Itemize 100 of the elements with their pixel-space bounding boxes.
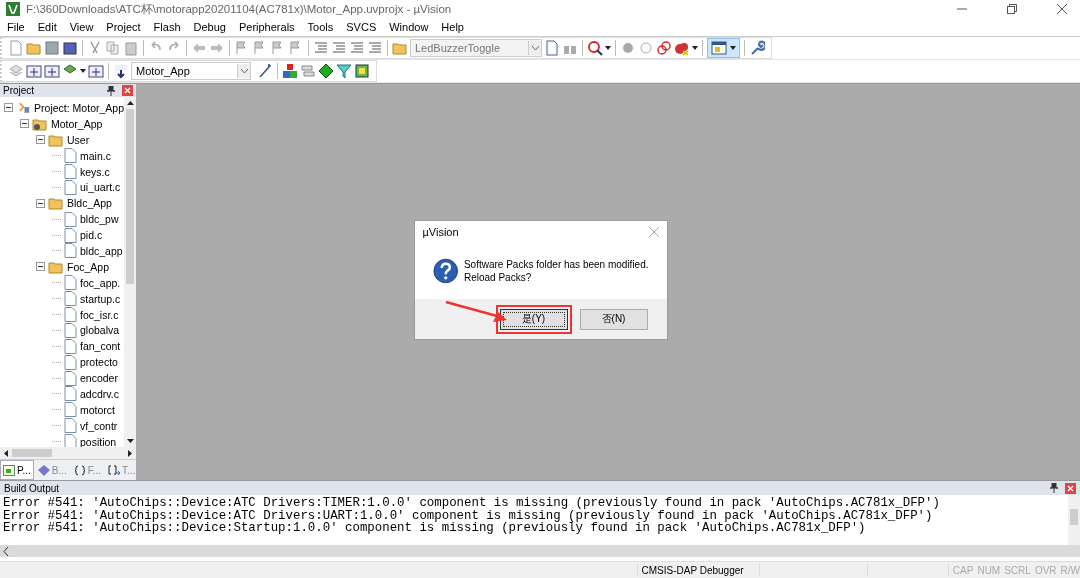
panel-title: Build Output bbox=[4, 482, 60, 494]
tree-item[interactable]: startup.c bbox=[80, 292, 121, 305]
caret-icon bbox=[730, 46, 736, 50]
scroll-right-icon[interactable] bbox=[128, 449, 132, 457]
menu-item[interactable]: Project bbox=[106, 21, 141, 33]
file-icon bbox=[64, 164, 77, 179]
download-icon[interactable] bbox=[113, 63, 129, 79]
status-indicator: SCRL bbox=[1004, 564, 1031, 576]
vertical-scrollbar[interactable] bbox=[1068, 495, 1080, 545]
tree-item[interactable]: bldc_app bbox=[80, 244, 123, 257]
output-line: Error #541: 'AutoChips::Device:Startup:1.0.0' component is missing (previously found in pack 'AutoChips.AC781x_DFP') bbox=[3, 522, 866, 535]
menu-item[interactable]: Window bbox=[389, 21, 429, 33]
target-dropdown[interactable]: Motor_App bbox=[131, 62, 251, 80]
dialog-message: Software Packs folder has been modified. bbox=[463, 259, 649, 270]
pin-icon[interactable] bbox=[1050, 483, 1058, 493]
file-icon bbox=[64, 179, 77, 195]
breakpoint-cross-icon[interactable] bbox=[674, 40, 690, 56]
folder-icon bbox=[48, 259, 64, 274]
window-title: F:\360Downloads\ATC杯\motorapp20201104(AC781x)\Motor_App.uvprojx - µVision bbox=[26, 1, 452, 17]
menu-item[interactable]: File bbox=[7, 21, 25, 33]
horizontal-scrollbar[interactable] bbox=[0, 447, 136, 459]
wrench-icon[interactable] bbox=[749, 40, 765, 56]
caret-icon[interactable] bbox=[80, 69, 86, 73]
file-icon bbox=[64, 402, 77, 418]
tree-item[interactable]: Project: Motor_App bbox=[34, 101, 124, 114]
scroll-down-icon[interactable] bbox=[126, 439, 134, 443]
caret-icon[interactable] bbox=[605, 46, 611, 50]
scroll-left-icon[interactable] bbox=[4, 449, 8, 457]
menu-item[interactable]: Help bbox=[441, 21, 464, 33]
panel-title: Project bbox=[3, 85, 35, 96]
templates-icon bbox=[108, 464, 121, 476]
collapse-toggle[interactable] bbox=[4, 103, 13, 113]
tree-item[interactable]: pid.c bbox=[80, 229, 103, 242]
cut-icon[interactable] bbox=[87, 40, 103, 56]
file-icon bbox=[64, 370, 77, 386]
window-icon bbox=[711, 41, 727, 55]
caret-icon[interactable] bbox=[692, 46, 698, 50]
linked-rings-icon[interactable] bbox=[656, 40, 672, 56]
output-line: Error #541: 'AutoChips::Device:ATC Drivers:TIMER:1.0.0' component is missing (previously found in pack 'AutoChips.AC781x_DFP') bbox=[3, 497, 941, 510]
tree-item[interactable]: protecto bbox=[80, 356, 118, 369]
pin-icon[interactable] bbox=[107, 85, 115, 96]
status-indicator: CAP bbox=[952, 564, 974, 576]
panel-tab[interactable]: P... bbox=[0, 460, 34, 480]
menu-item[interactable]: Edit bbox=[37, 21, 57, 33]
search-icon[interactable] bbox=[587, 40, 603, 56]
function-dropdown[interactable]: LedBuzzerToggle bbox=[410, 39, 542, 57]
collapse-toggle[interactable] bbox=[36, 262, 45, 272]
file-icon bbox=[64, 211, 77, 227]
diamond-icon[interactable] bbox=[318, 63, 334, 79]
tree-item[interactable]: globalva bbox=[80, 324, 120, 337]
tree-item[interactable]: motorct bbox=[80, 403, 115, 416]
tree-item[interactable]: encoder bbox=[80, 372, 118, 385]
tree-item[interactable]: bldc_pw bbox=[80, 213, 119, 226]
collapse-toggle[interactable] bbox=[20, 119, 29, 129]
file-icon bbox=[64, 322, 77, 338]
scroll-left-icon[interactable] bbox=[3, 546, 9, 556]
funnel-icon[interactable] bbox=[336, 63, 352, 79]
cubes-icon[interactable] bbox=[282, 63, 298, 79]
dialog-button[interactable]: 否(N) bbox=[579, 308, 648, 330]
find-in-files-icon[interactable] bbox=[544, 40, 560, 56]
file-icon bbox=[64, 307, 77, 322]
tree-item[interactable]: Motor_App bbox=[51, 117, 103, 130]
menu-item[interactable]: Flash bbox=[153, 21, 181, 33]
vertical-scrollbar[interactable] bbox=[124, 97, 136, 447]
close-icon[interactable] bbox=[122, 85, 133, 96]
collapse-toggle[interactable] bbox=[36, 135, 45, 145]
tree-item[interactable]: Bldc_App bbox=[67, 197, 112, 210]
tree-item[interactable]: position bbox=[80, 435, 117, 447]
tree-item[interactable]: foc_app. bbox=[80, 276, 121, 289]
close-icon[interactable] bbox=[1056, 3, 1068, 15]
output-line: Error #541: 'AutoChips::Device:ATC Drivers:UART:1.0.0' component is missing (previously found in pack 'AutoChips.AC781x_DFP') bbox=[3, 509, 933, 522]
dialog-button[interactable]: 是(Y) bbox=[499, 308, 568, 330]
tree-item[interactable]: vf_contr bbox=[80, 419, 118, 432]
restore-icon[interactable] bbox=[1006, 3, 1018, 15]
menu-item[interactable]: SVCS bbox=[346, 21, 377, 33]
magic-wand-icon[interactable] bbox=[257, 63, 273, 79]
tree-item[interactable]: fan_cont bbox=[80, 340, 121, 353]
tree-item[interactable]: User bbox=[67, 133, 90, 146]
collapse-toggle[interactable] bbox=[36, 198, 45, 208]
horizontal-scrollbar[interactable] bbox=[0, 545, 1080, 557]
menu-item[interactable]: Tools bbox=[307, 21, 334, 33]
chip-icon[interactable] bbox=[354, 63, 370, 79]
tree-item[interactable]: adcdrv.c bbox=[80, 387, 119, 400]
close-icon[interactable] bbox=[1065, 482, 1076, 494]
file-icon bbox=[64, 291, 77, 307]
caret-icon bbox=[531, 46, 539, 50]
tree-item[interactable]: Foc_App bbox=[67, 260, 110, 273]
tree-item[interactable]: ui_uart.c bbox=[80, 181, 121, 194]
scroll-up-icon[interactable] bbox=[126, 101, 134, 105]
menu-item[interactable]: Peripherals bbox=[238, 21, 295, 33]
menu-item[interactable]: View bbox=[69, 21, 94, 33]
file-icon bbox=[64, 418, 77, 434]
tree-item[interactable]: keys.c bbox=[80, 165, 110, 178]
tree-item[interactable]: foc_isr.c bbox=[80, 308, 119, 321]
tree-item[interactable]: main.c bbox=[80, 149, 111, 162]
dialog-message: Reload Packs? bbox=[463, 272, 533, 283]
menu-item[interactable]: Debug bbox=[193, 21, 226, 33]
project-window-icon bbox=[3, 464, 15, 476]
window-layout-button[interactable] bbox=[707, 38, 740, 58]
file-icon bbox=[64, 338, 77, 354]
